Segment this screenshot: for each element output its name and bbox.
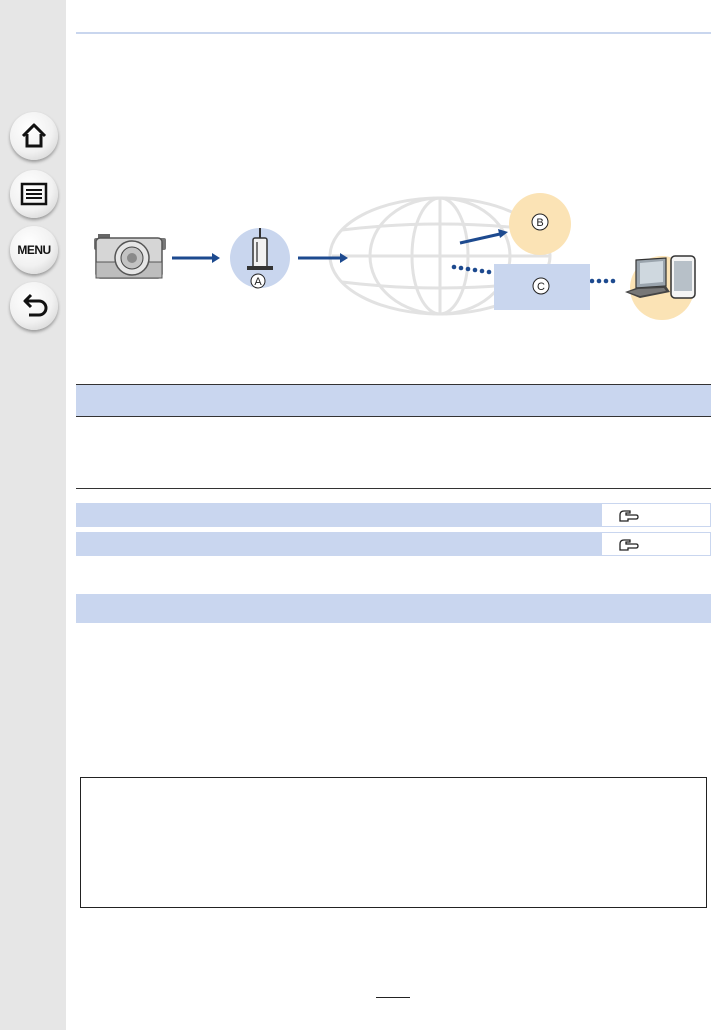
section-header-bar <box>76 594 711 623</box>
reference-row <box>76 532 711 556</box>
header-rule <box>76 32 711 34</box>
page-number-rule <box>376 997 410 998</box>
label-a: A <box>254 276 262 288</box>
list-icon <box>20 182 48 206</box>
contents-button[interactable] <box>10 170 58 218</box>
note-box <box>80 777 707 908</box>
reference-row <box>76 503 711 527</box>
menu-icon: MENU <box>17 243 51 257</box>
page-reference-icon <box>619 539 639 551</box>
table-rule-bottom <box>76 488 711 489</box>
section-header-bar <box>76 384 711 416</box>
menu-button[interactable]: MENU <box>10 226 58 274</box>
smartphone-icon <box>670 255 696 299</box>
sidebar: MENU <box>0 0 66 1030</box>
page-reference-icon <box>619 510 639 522</box>
table-rule-top <box>76 416 711 417</box>
server-b: B <box>509 193 571 255</box>
reference-link[interactable] <box>601 532 711 556</box>
wireless-access-point-icon: A <box>230 228 290 289</box>
network-diagram: A B C <box>94 193 696 320</box>
home-icon <box>21 123 47 148</box>
home-button[interactable] <box>10 112 58 160</box>
reference-link[interactable] <box>601 503 711 527</box>
server-c: C <box>494 264 590 310</box>
back-button[interactable] <box>10 282 58 330</box>
label-b: B <box>536 217 543 229</box>
camera-icon <box>94 234 166 279</box>
label-c: C <box>537 281 545 293</box>
back-arrow-icon <box>23 293 48 317</box>
